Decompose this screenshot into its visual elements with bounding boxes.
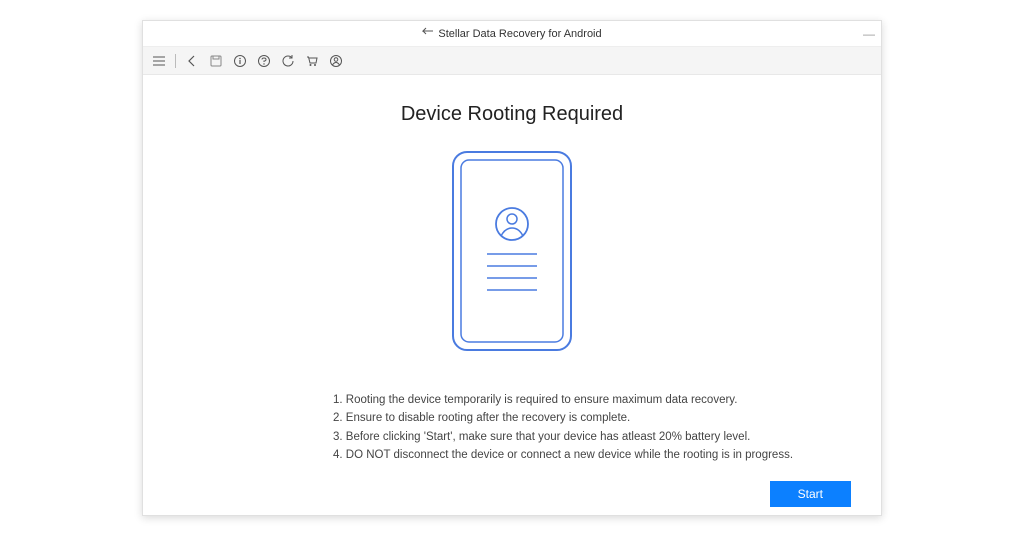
window-controls: —	[863, 21, 875, 46]
save-icon[interactable]	[208, 53, 224, 69]
menu-icon[interactable]	[151, 53, 167, 69]
instruction-line: 1. Rooting the device temporarily is req…	[333, 391, 793, 409]
refresh-icon[interactable]	[280, 53, 296, 69]
instruction-line: 2. Ensure to disable rooting after the r…	[333, 409, 793, 427]
help-icon[interactable]	[256, 53, 272, 69]
app-title: Stellar Data Recovery for Android	[438, 28, 601, 40]
main-content: Device Rooting Required 1. Rooting the d…	[143, 75, 881, 515]
app-window: Stellar Data Recovery for Android —	[142, 20, 882, 516]
info-icon[interactable]	[232, 53, 248, 69]
instruction-line: 3. Before clicking 'Start', make sure th…	[333, 428, 793, 446]
user-icon[interactable]	[328, 53, 344, 69]
back-arrow-icon	[422, 27, 434, 40]
titlebar: Stellar Data Recovery for Android —	[143, 21, 881, 47]
cart-icon[interactable]	[304, 53, 320, 69]
phone-illustration	[447, 146, 577, 361]
back-icon[interactable]	[184, 53, 200, 69]
start-button[interactable]: Start	[770, 481, 851, 507]
toolbar-divider	[175, 54, 176, 68]
page-heading: Device Rooting Required	[401, 103, 623, 126]
instructions-list: 1. Rooting the device temporarily is req…	[333, 391, 793, 465]
minimize-button[interactable]: —	[863, 27, 875, 41]
toolbar	[143, 47, 881, 75]
title-wrapper: Stellar Data Recovery for Android	[422, 27, 601, 40]
instruction-line: 4. DO NOT disconnect the device or conne…	[333, 446, 793, 464]
